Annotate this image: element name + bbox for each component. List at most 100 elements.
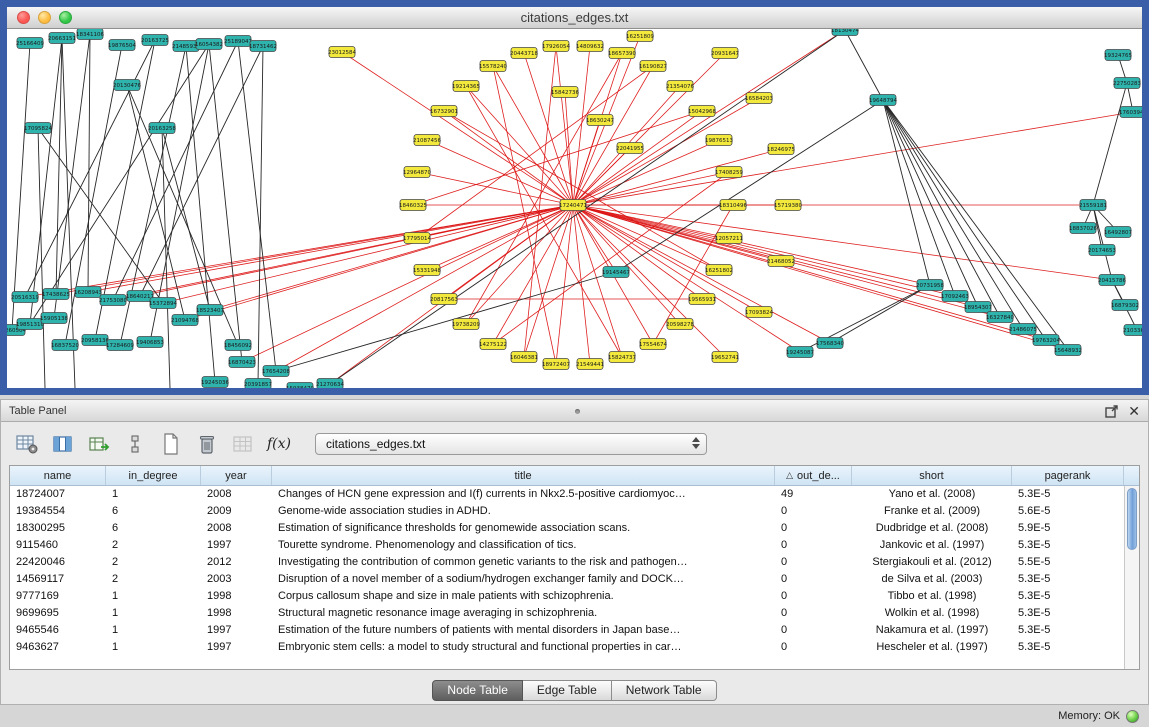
network-node[interactable]: 19324765 xyxy=(1104,50,1132,61)
network-node[interactable]: 19245036 xyxy=(201,377,229,388)
network-node[interactable]: 18456092 xyxy=(224,340,252,351)
network-node[interactable]: 20598278 xyxy=(666,319,694,330)
network-node[interactable]: 17093824 xyxy=(745,307,773,318)
network-node[interactable]: 21468052 xyxy=(767,256,795,267)
network-node[interactable]: 17795014 xyxy=(403,233,431,244)
new-column-icon[interactable] xyxy=(157,431,185,457)
network-node[interactable]: 12964870 xyxy=(403,167,431,178)
window-titlebar[interactable]: citations_edges.txt xyxy=(7,7,1142,29)
network-node[interactable]: 19145467 xyxy=(602,267,630,278)
network-node[interactable]: 16492807 xyxy=(1104,227,1132,238)
column-header-name[interactable]: name xyxy=(10,466,106,485)
network-node[interactable]: 17240471 xyxy=(559,200,587,211)
network-node[interactable]: 15842736 xyxy=(551,87,579,98)
network-node[interactable]: 14809632 xyxy=(576,41,604,52)
network-node[interactable]: 15578240 xyxy=(479,61,507,72)
network-node[interactable]: 19648794 xyxy=(869,95,897,106)
function-builder-icon[interactable]: f(x) xyxy=(265,431,293,457)
table-options-icon[interactable] xyxy=(13,431,41,457)
network-node[interactable]: 19652741 xyxy=(711,352,739,363)
network-node[interactable]: 18341106 xyxy=(76,29,104,40)
network-node[interactable]: 21354076 xyxy=(666,81,694,92)
network-node[interactable]: 17408259 xyxy=(715,167,743,178)
network-node[interactable]: 16251809 xyxy=(626,31,654,42)
tab-edge-table[interactable]: Edge Table xyxy=(523,680,612,701)
network-node[interactable]: 25166409 xyxy=(16,38,44,49)
network-node[interactable]: 15648932 xyxy=(1054,345,1082,356)
network-node[interactable]: 20443718 xyxy=(510,48,538,59)
close-panel-icon[interactable]: ✕ xyxy=(1128,404,1140,418)
network-node[interactable]: 18130474 xyxy=(831,29,859,36)
network-node[interactable]: 19245087 xyxy=(786,347,814,358)
table-row[interactable]: 2242004622012Investigating the contribut… xyxy=(10,554,1124,571)
table-row[interactable]: 1872400712008Changes of HCN gene express… xyxy=(10,486,1124,503)
splitter-handle[interactable] xyxy=(575,409,580,414)
network-node[interactable]: 19763204 xyxy=(1032,335,1060,346)
table-row[interactable]: 969969511998Structural magnetic resonanc… xyxy=(10,605,1124,622)
column-header-in-degree[interactable]: in_degree xyxy=(106,466,201,485)
network-node[interactable]: 12057211 xyxy=(715,233,743,244)
network-node[interactable]: 17092463 xyxy=(941,291,969,302)
network-node[interactable]: 19876504 xyxy=(108,40,136,51)
column-header-short[interactable]: short xyxy=(852,466,1012,485)
network-node[interactable]: 17926054 xyxy=(542,41,570,52)
network-node[interactable]: 16046381 xyxy=(510,352,538,363)
network-node[interactable]: 16054382 xyxy=(195,39,223,50)
network-node[interactable]: 20415786 xyxy=(1098,275,1126,286)
network-node[interactable]: 21087456 xyxy=(413,135,441,146)
table-scrollbar[interactable] xyxy=(1124,486,1139,669)
network-node[interactable]: 17438625 xyxy=(42,289,70,300)
network-node[interactable]: 19406853 xyxy=(136,337,164,348)
float-panel-icon[interactable] xyxy=(1105,405,1118,418)
network-node[interactable]: 20516319 xyxy=(11,292,39,303)
network-node[interactable]: 15719380 xyxy=(774,200,802,211)
network-node[interactable]: 17284609 xyxy=(106,340,134,351)
scrollbar-thumb[interactable] xyxy=(1127,488,1137,550)
column-header-year[interactable]: year xyxy=(201,466,272,485)
network-node[interactable]: 20174653 xyxy=(1088,245,1116,256)
network-node[interactable]: 15331948 xyxy=(413,265,441,276)
network-node[interactable]: 19565931 xyxy=(688,294,716,305)
network-node[interactable]: 16190827 xyxy=(639,61,667,72)
network-node[interactable]: 21549441 xyxy=(576,359,604,370)
network-node[interactable]: 18630247 xyxy=(586,115,614,126)
column-header-pagerank[interactable]: pagerank xyxy=(1012,466,1124,485)
table-panel-header[interactable]: Table Panel ✕ xyxy=(1,400,1148,422)
network-node[interactable]: 22750283 xyxy=(1113,78,1141,89)
network-node[interactable]: 15905138 xyxy=(40,313,68,324)
table-row[interactable]: 1938455462009Genome-wide association stu… xyxy=(10,503,1124,520)
column-header-out-degree[interactable]: △ out_de... xyxy=(775,466,852,485)
table-row[interactable]: 911546021997Tourette syndrome. Phenomeno… xyxy=(10,537,1124,554)
network-node[interactable]: 18731462 xyxy=(249,41,277,52)
network-node[interactable]: 21033654 xyxy=(1123,325,1142,336)
network-node[interactable]: 17568340 xyxy=(816,338,844,349)
network-node[interactable]: 17654208 xyxy=(262,366,290,377)
network-node[interactable]: 21559181 xyxy=(1079,200,1107,211)
network-node[interactable]: 23012584 xyxy=(328,47,356,58)
tab-network-table[interactable]: Network Table xyxy=(612,680,717,701)
network-node[interactable]: 21753080 xyxy=(99,295,127,306)
network-node[interactable]: 20663151 xyxy=(48,33,76,44)
network-node[interactable]: 16208943 xyxy=(74,287,102,298)
network-node[interactable]: 16837520 xyxy=(51,340,79,351)
network-node[interactable]: 18310496 xyxy=(719,200,747,211)
network-node[interactable]: 21094768 xyxy=(171,315,199,326)
network-node[interactable]: 20163725 xyxy=(141,35,169,46)
network-node[interactable]: 20391857 xyxy=(244,379,272,389)
export-table-icon[interactable] xyxy=(85,431,113,457)
network-canvas[interactable]: 25166409 2066315118341106 19876504 20163725… xyxy=(7,29,1142,388)
network-node[interactable]: 18460325 xyxy=(399,200,427,211)
table-row[interactable]: 946362711997Embryonic stem cells: a mode… xyxy=(10,639,1124,656)
network-table-select[interactable]: citations_edges.txt xyxy=(315,433,707,455)
merge-rows-icon[interactable] xyxy=(121,431,149,457)
network-node[interactable]: 15372894 xyxy=(149,298,177,309)
network-node[interactable]: 16327840 xyxy=(986,312,1014,323)
network-node[interactable]: 22041955 xyxy=(616,143,644,154)
network-node[interactable]: 16879302 xyxy=(1111,300,1139,311)
network-node[interactable]: 20130476 xyxy=(113,80,141,91)
delete-column-icon[interactable] xyxy=(193,431,221,457)
network-node[interactable]: 16251802 xyxy=(705,265,733,276)
network-node[interactable]: 18972407 xyxy=(542,359,570,370)
network-node[interactable]: 17095824 xyxy=(24,123,52,134)
network-node[interactable]: 21270634 xyxy=(316,379,344,389)
